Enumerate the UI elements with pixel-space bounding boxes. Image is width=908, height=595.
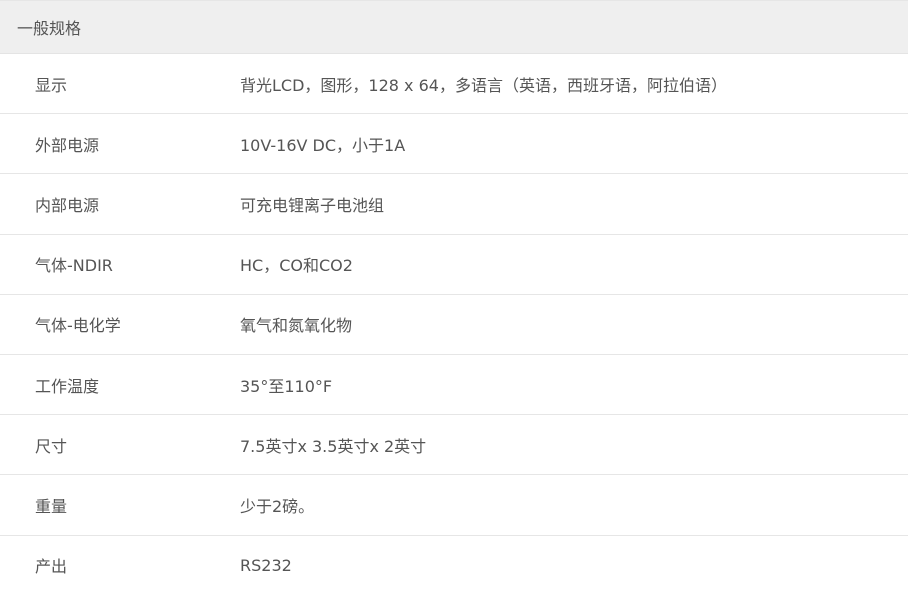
spec-label: 重量 (35, 496, 68, 516)
table-row: 尺寸 7.5英寸x 3.5英寸x 2英寸 (0, 415, 908, 476)
table-row: 工作温度 35°至110°F (0, 355, 908, 416)
spec-value: 7.5英寸x 3.5英寸x 2英寸 (240, 436, 427, 456)
table-row: 产出 RS232 (0, 536, 908, 595)
spec-value: 35°至110°F (240, 376, 333, 396)
section-header: 一般规格 (0, 1, 908, 54)
spec-value: RS232 (240, 555, 292, 575)
spec-label: 气体-NDIR (35, 256, 113, 276)
spec-label: 显示 (35, 75, 68, 95)
section-title: 一般规格 (17, 19, 82, 38)
table-row: 气体-NDIR HC，CO和CO2 (0, 235, 908, 295)
table-row: 内部电源 可充电锂离子电池组 (0, 174, 908, 235)
spec-value: 可充电锂离子电池组 (240, 195, 385, 215)
spec-label: 气体-电化学 (35, 316, 121, 336)
spec-label: 产出 (35, 557, 68, 577)
spec-label: 工作温度 (35, 376, 100, 396)
spec-label: 内部电源 (35, 195, 100, 215)
spec-value: 10V-16V DC，小于1A (240, 135, 406, 155)
spec-table: 一般规格 显示 背光LCD，图形，128 x 64，多语言（英语，西班牙语，阿拉… (0, 0, 908, 595)
spec-value: 氧气和氮氧化物 (240, 316, 353, 336)
spec-label: 外部电源 (35, 135, 100, 155)
spec-label: 尺寸 (35, 436, 68, 456)
spec-value: 少于2磅。 (240, 496, 315, 516)
table-row: 气体-电化学 氧气和氮氧化物 (0, 295, 908, 355)
table-row: 显示 背光LCD，图形，128 x 64，多语言（英语，西班牙语，阿拉伯语） (0, 54, 908, 115)
table-row: 外部电源 10V-16V DC，小于1A (0, 114, 908, 175)
spec-value: 背光LCD，图形，128 x 64，多语言（英语，西班牙语，阿拉伯语） (240, 75, 727, 95)
spec-value: HC，CO和CO2 (240, 256, 353, 276)
table-row: 重量 少于2磅。 (0, 475, 908, 536)
